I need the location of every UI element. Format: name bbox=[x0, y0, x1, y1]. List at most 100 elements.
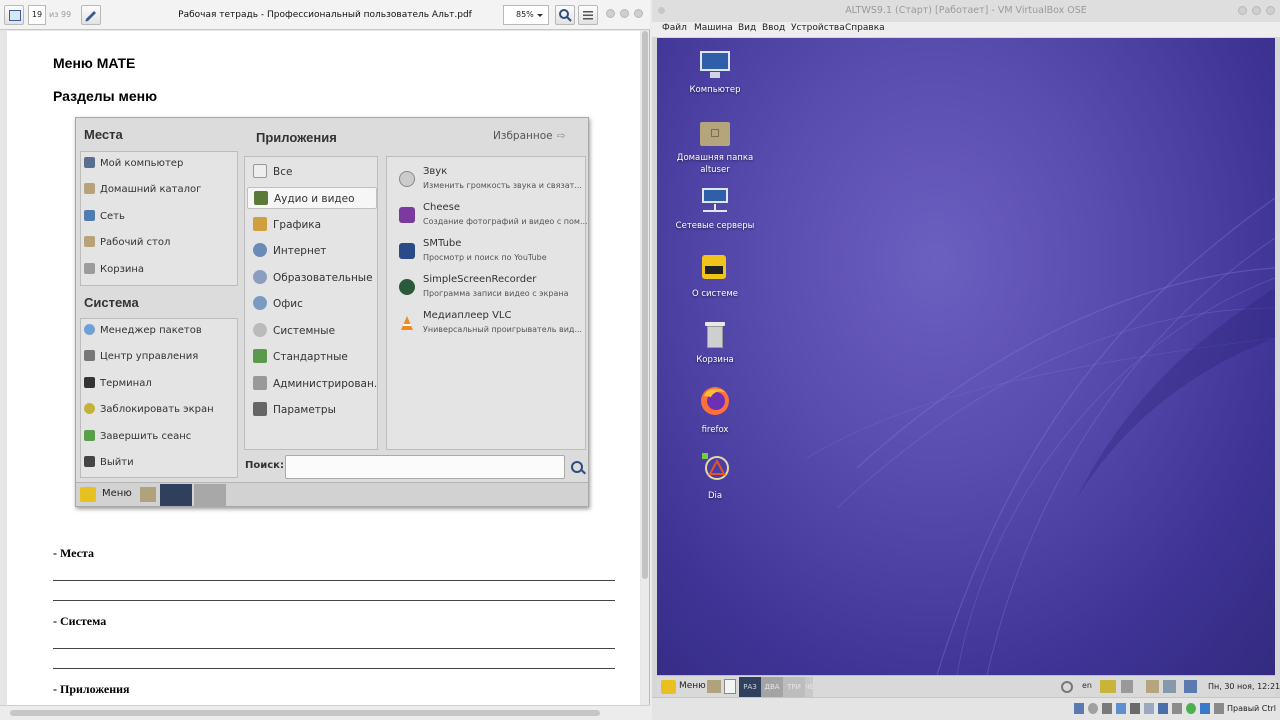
scrollbar-thumb[interactable] bbox=[642, 31, 648, 579]
maximize-icon[interactable] bbox=[1252, 6, 1261, 15]
basealt-icon bbox=[80, 487, 96, 502]
section-places: - Места bbox=[53, 546, 95, 560]
zoom-select[interactable]: 85% bbox=[503, 5, 549, 25]
menu-input[interactable]: Ввод bbox=[762, 23, 785, 33]
system-panel: Менеджер пакетов Центр управления Термин… bbox=[80, 318, 238, 478]
administration-icon bbox=[253, 376, 267, 390]
usb-icon[interactable] bbox=[1130, 703, 1140, 714]
power-icon[interactable] bbox=[1061, 681, 1073, 693]
shared-folders-icon[interactable] bbox=[1144, 703, 1154, 714]
annotate-pencil-icon[interactable] bbox=[81, 5, 101, 25]
app-item: Медиаплеер VLC Универсальный проигрывате… bbox=[399, 309, 589, 341]
search-icon bbox=[571, 461, 583, 473]
graphics-icon bbox=[253, 217, 267, 231]
menu-machine[interactable]: Машина bbox=[694, 23, 733, 33]
cpu-activity-icon[interactable] bbox=[1186, 703, 1196, 714]
text-editor-icon[interactable] bbox=[724, 679, 736, 694]
search-icon[interactable] bbox=[555, 5, 575, 25]
desktop-icon-network[interactable]: Сетевые серверы bbox=[665, 184, 765, 232]
clock[interactable]: Пн, 30 ноя, 12:21 bbox=[1208, 682, 1280, 691]
close-icon[interactable] bbox=[1266, 6, 1275, 15]
audio-video-icon bbox=[254, 191, 268, 205]
system-item: Менеджер пакетов bbox=[84, 321, 202, 341]
system-item: Завершить сеанс bbox=[84, 427, 191, 447]
basealt-icon bbox=[699, 252, 731, 284]
workspace-3[interactable]: ТРИ bbox=[783, 677, 805, 697]
workspace-2[interactable]: ДВА bbox=[761, 677, 783, 697]
updates-icon[interactable] bbox=[1163, 680, 1176, 693]
close-icon[interactable] bbox=[634, 9, 643, 18]
dia-icon bbox=[702, 453, 729, 480]
workspace-4[interactable]: ЧЕТ bbox=[805, 677, 813, 697]
desktop-folder-icon bbox=[84, 236, 95, 247]
screen-recorder-icon bbox=[399, 279, 415, 295]
page-number-input[interactable]: 19 bbox=[28, 5, 46, 25]
workspace-thumb bbox=[194, 484, 226, 506]
network-adapter-icon[interactable] bbox=[1116, 703, 1126, 714]
scrollbar-thumb[interactable] bbox=[10, 710, 600, 716]
mate-menu-figure: Места Мой компьютер Домашний каталог Сет… bbox=[75, 117, 589, 507]
place-item: Домашний каталог bbox=[84, 180, 201, 200]
vertical-scrollbar[interactable] bbox=[641, 31, 649, 705]
horizontal-scrollbar[interactable] bbox=[0, 705, 650, 720]
search-label: Поиск: bbox=[245, 460, 284, 471]
menu-taskbar: Меню bbox=[76, 482, 588, 506]
hard-disk-icon[interactable] bbox=[1074, 703, 1084, 714]
keyboard-layout[interactable]: en bbox=[1082, 681, 1092, 690]
hamburger-menu-icon[interactable] bbox=[578, 5, 598, 25]
pdf-page: Меню MATE Разделы меню Места Мой компьют… bbox=[7, 31, 640, 705]
package-manager-icon bbox=[84, 324, 95, 335]
network-status-icon[interactable] bbox=[1100, 680, 1116, 693]
place-item: Рабочий стол bbox=[84, 233, 170, 253]
app-item: Cheese Создание фотографий и видео с пом… bbox=[399, 201, 589, 233]
optical-drive-icon[interactable] bbox=[1088, 703, 1098, 714]
volume-icon[interactable] bbox=[1121, 680, 1133, 693]
office-icon bbox=[253, 296, 267, 310]
desktop-icon-dia[interactable]: Dia bbox=[665, 450, 765, 502]
desktop-icon-about[interactable]: О системе bbox=[665, 252, 765, 300]
vlc-icon bbox=[401, 316, 413, 330]
minimize-icon[interactable] bbox=[606, 9, 615, 18]
trash-icon bbox=[84, 263, 95, 274]
desktop-icon-trash[interactable]: Корзина bbox=[665, 318, 765, 366]
audio-icon[interactable] bbox=[1102, 703, 1112, 714]
preferences-icon bbox=[253, 402, 267, 416]
home-folder-icon bbox=[84, 183, 95, 194]
category-item-active: Аудио и видео bbox=[247, 187, 377, 209]
cheese-icon bbox=[399, 207, 415, 223]
mouse-integration-icon[interactable] bbox=[1200, 703, 1210, 714]
folder-icon[interactable] bbox=[707, 680, 721, 693]
recording-icon[interactable] bbox=[1172, 703, 1182, 714]
places-title: Места bbox=[84, 127, 123, 142]
internet-icon bbox=[253, 243, 267, 257]
desktop-icon-firefox[interactable]: firefox bbox=[665, 384, 765, 436]
desktop-icon-computer[interactable]: Компьютер bbox=[665, 48, 765, 96]
category-item: Образовательные bbox=[247, 267, 377, 289]
panel-menu-label[interactable]: Меню bbox=[679, 681, 706, 691]
menu-devices[interactable]: Устройства bbox=[791, 23, 845, 33]
menu-help[interactable]: Справка bbox=[845, 23, 885, 33]
workspace-1[interactable]: РАЗ bbox=[739, 677, 761, 697]
maximize-icon[interactable] bbox=[620, 9, 629, 18]
computer-icon bbox=[699, 48, 731, 80]
doc-heading: Меню MATE bbox=[53, 55, 136, 71]
system-item: Заблокировать экран bbox=[84, 400, 214, 420]
menu-file[interactable]: Файл bbox=[662, 23, 687, 33]
vbox-titlebar: ALTWS9.1 (Старт) [Работает] - VM Virtual… bbox=[652, 0, 1280, 22]
menu-view[interactable]: Вид bbox=[738, 23, 756, 33]
network-servers-icon bbox=[699, 184, 731, 216]
minimize-icon[interactable] bbox=[1238, 6, 1247, 15]
categories-panel: Все Аудио и видео Графика Интернет Образ… bbox=[244, 156, 378, 450]
answer-line bbox=[53, 580, 615, 581]
desktop-icon-home[interactable]: Домашняя папка altuser bbox=[665, 116, 765, 176]
places-panel: Мой компьютер Домашний каталог Сеть Рабо… bbox=[80, 151, 238, 286]
sidebar-toggle-icon[interactable] bbox=[4, 5, 24, 25]
basealt-icon[interactable] bbox=[661, 680, 676, 694]
trash-icon bbox=[699, 318, 731, 350]
clipboard-icon[interactable] bbox=[1146, 680, 1159, 693]
vm-desktop[interactable]: Компьютер Домашняя папка altuser Сетевые… bbox=[657, 38, 1275, 675]
disk-icon[interactable] bbox=[1184, 680, 1197, 693]
display-icon[interactable] bbox=[1158, 703, 1168, 714]
category-item: Системные bbox=[247, 320, 377, 342]
shutdown-icon bbox=[84, 456, 95, 467]
